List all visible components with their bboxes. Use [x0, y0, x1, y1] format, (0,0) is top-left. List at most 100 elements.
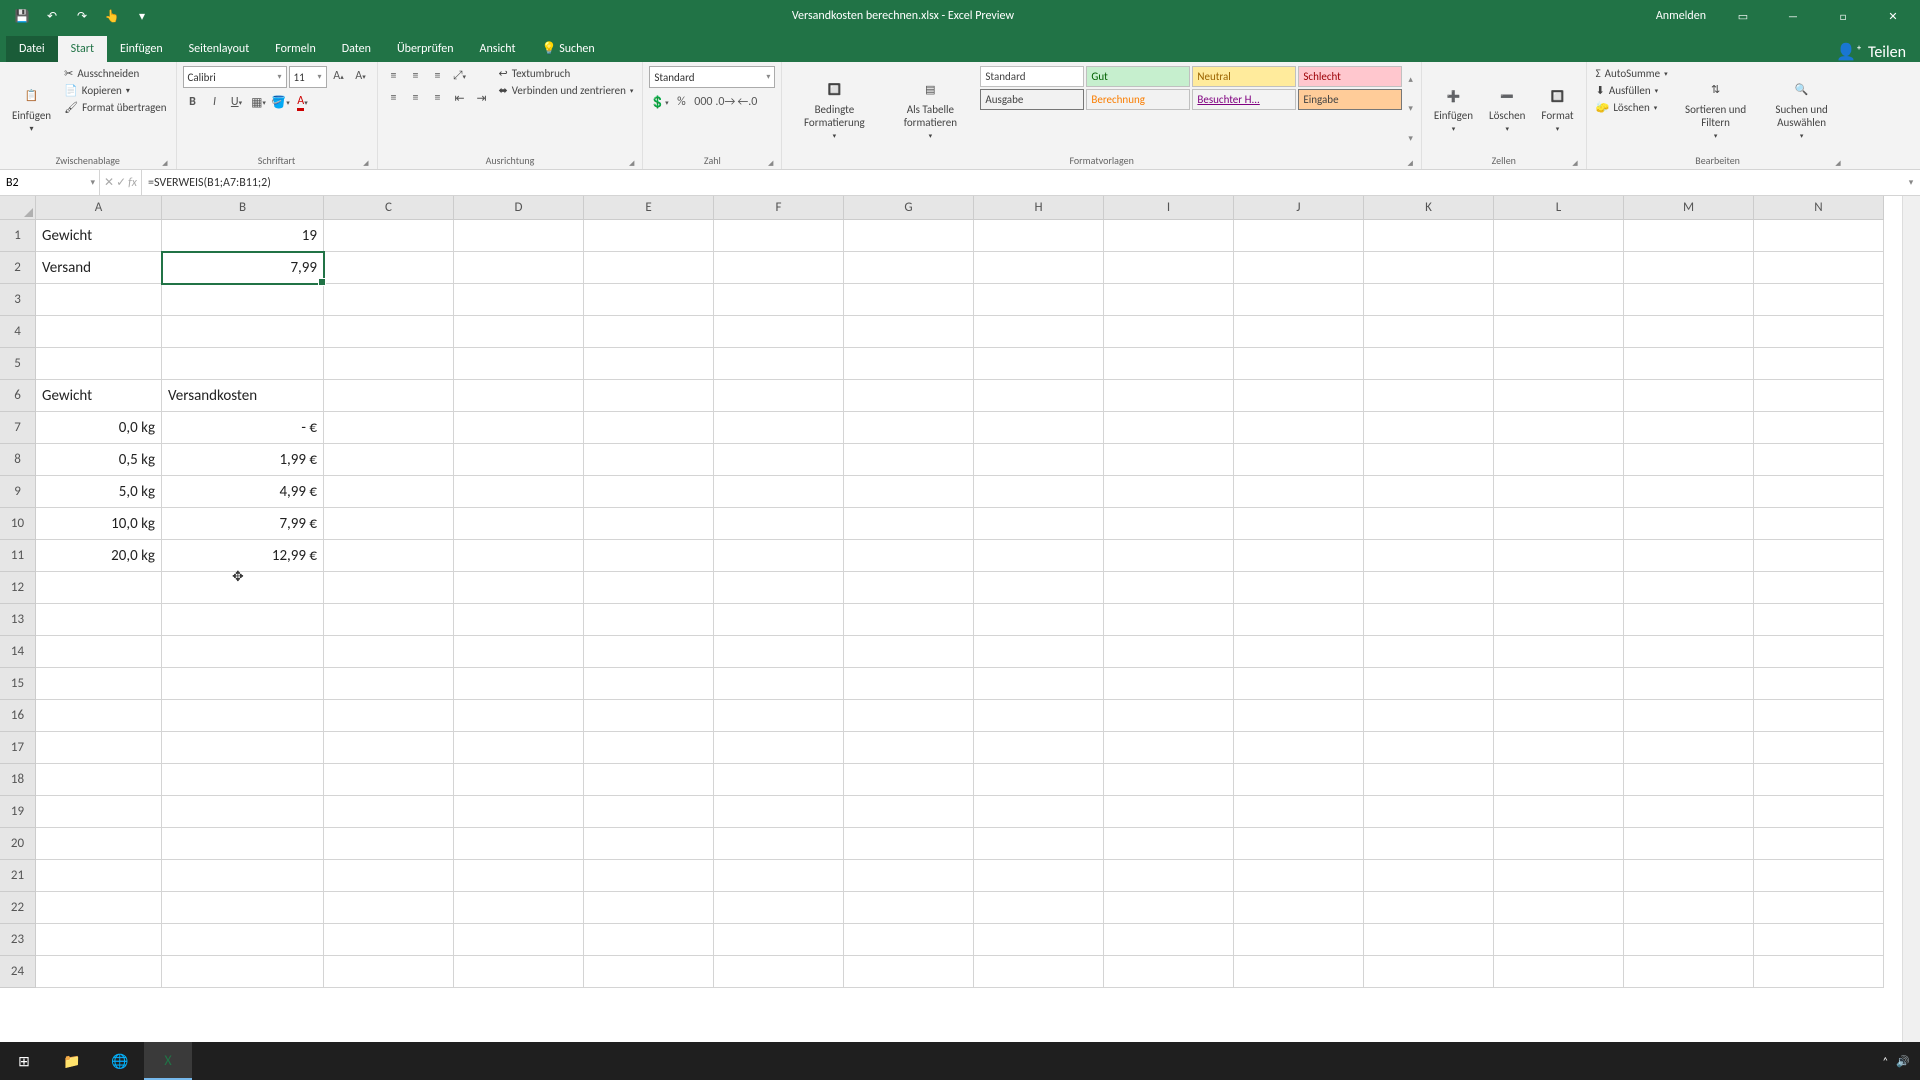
cell-D3[interactable]	[454, 284, 584, 316]
cell-L10[interactable]	[1494, 508, 1624, 540]
cell-B16[interactable]	[162, 700, 324, 732]
cell-N1[interactable]	[1754, 220, 1884, 252]
cell-E17[interactable]	[584, 732, 714, 764]
cell-G22[interactable]	[844, 892, 974, 924]
cell-N24[interactable]	[1754, 956, 1884, 988]
cell-K24[interactable]	[1364, 956, 1494, 988]
cell-F7[interactable]	[714, 412, 844, 444]
styles-gallery-expand[interactable]: ▾	[1408, 133, 1413, 144]
cell-G3[interactable]	[844, 284, 974, 316]
cell-J21[interactable]	[1234, 860, 1364, 892]
volume-icon[interactable]: 🔊	[1896, 1055, 1910, 1068]
cell-E1[interactable]	[584, 220, 714, 252]
cell-H7[interactable]	[974, 412, 1104, 444]
cell-H17[interactable]	[974, 732, 1104, 764]
cell-L21[interactable]	[1494, 860, 1624, 892]
cell-H12[interactable]	[974, 572, 1104, 604]
cell-A13[interactable]	[36, 604, 162, 636]
cell-A19[interactable]	[36, 796, 162, 828]
row-header-8[interactable]: 8	[0, 444, 36, 476]
bold-button[interactable]: B	[183, 92, 203, 112]
cell-G8[interactable]	[844, 444, 974, 476]
cell-L12[interactable]	[1494, 572, 1624, 604]
cell-G13[interactable]	[844, 604, 974, 636]
cell-J7[interactable]	[1234, 412, 1364, 444]
cell-I12[interactable]	[1104, 572, 1234, 604]
cell-F13[interactable]	[714, 604, 844, 636]
cell-D17[interactable]	[454, 732, 584, 764]
cell-H18[interactable]	[974, 764, 1104, 796]
cell-J10[interactable]	[1234, 508, 1364, 540]
select-all-corner[interactable]	[0, 196, 36, 220]
cell-B11[interactable]: 12,99 €	[162, 540, 324, 572]
cell-L23[interactable]	[1494, 924, 1624, 956]
row-header-10[interactable]: 10	[0, 508, 36, 540]
tab-daten[interactable]: Daten	[329, 36, 384, 62]
cell-L2[interactable]	[1494, 252, 1624, 284]
cell-L1[interactable]	[1494, 220, 1624, 252]
cell-L7[interactable]	[1494, 412, 1624, 444]
tray-chevron-icon[interactable]: ˄	[1882, 1055, 1888, 1068]
col-header-E[interactable]: E	[584, 196, 714, 220]
cell-E3[interactable]	[584, 284, 714, 316]
cell-J14[interactable]	[1234, 636, 1364, 668]
cell-I6[interactable]	[1104, 380, 1234, 412]
cell-F11[interactable]	[714, 540, 844, 572]
cell-K17[interactable]	[1364, 732, 1494, 764]
style-standard[interactable]: Standard	[980, 66, 1084, 87]
cell-F8[interactable]	[714, 444, 844, 476]
cell-A9[interactable]: 5,0 kg	[36, 476, 162, 508]
cell-H10[interactable]	[974, 508, 1104, 540]
enter-formula-button[interactable]: ✓	[116, 175, 126, 190]
cell-C8[interactable]	[324, 444, 454, 476]
delete-cells-button[interactable]: ➖Löschen▾	[1483, 66, 1531, 152]
cell-K7[interactable]	[1364, 412, 1494, 444]
cell-H14[interactable]	[974, 636, 1104, 668]
cell-K2[interactable]	[1364, 252, 1494, 284]
cell-M18[interactable]	[1624, 764, 1754, 796]
col-header-H[interactable]: H	[974, 196, 1104, 220]
cell-C22[interactable]	[324, 892, 454, 924]
cell-N17[interactable]	[1754, 732, 1884, 764]
copy-button[interactable]: 📄Kopieren ▾	[61, 83, 169, 98]
cell-D21[interactable]	[454, 860, 584, 892]
cell-A17[interactable]	[36, 732, 162, 764]
cell-E15[interactable]	[584, 668, 714, 700]
cell-L16[interactable]	[1494, 700, 1624, 732]
cell-I9[interactable]	[1104, 476, 1234, 508]
cell-N23[interactable]	[1754, 924, 1884, 956]
cell-N5[interactable]	[1754, 348, 1884, 380]
cell-N3[interactable]	[1754, 284, 1884, 316]
cell-I1[interactable]	[1104, 220, 1234, 252]
cell-G2[interactable]	[844, 252, 974, 284]
row-header-3[interactable]: 3	[0, 284, 36, 316]
style-eingabe[interactable]: Eingabe	[1298, 89, 1402, 110]
cell-F23[interactable]	[714, 924, 844, 956]
cell-B10[interactable]: 7,99 €	[162, 508, 324, 540]
cell-H22[interactable]	[974, 892, 1104, 924]
cell-A21[interactable]	[36, 860, 162, 892]
cell-L18[interactable]	[1494, 764, 1624, 796]
ribbon-display-button[interactable]: ▭	[1720, 0, 1766, 32]
row-header-5[interactable]: 5	[0, 348, 36, 380]
cell-E10[interactable]	[584, 508, 714, 540]
cell-M2[interactable]	[1624, 252, 1754, 284]
cell-M14[interactable]	[1624, 636, 1754, 668]
cell-A5[interactable]	[36, 348, 162, 380]
cell-F9[interactable]	[714, 476, 844, 508]
cell-J16[interactable]	[1234, 700, 1364, 732]
cell-M12[interactable]	[1624, 572, 1754, 604]
cell-N11[interactable]	[1754, 540, 1884, 572]
cell-K9[interactable]	[1364, 476, 1494, 508]
cell-M6[interactable]	[1624, 380, 1754, 412]
cell-K16[interactable]	[1364, 700, 1494, 732]
cell-K6[interactable]	[1364, 380, 1494, 412]
cell-K1[interactable]	[1364, 220, 1494, 252]
cell-J9[interactable]	[1234, 476, 1364, 508]
cell-H3[interactable]	[974, 284, 1104, 316]
cell-M10[interactable]	[1624, 508, 1754, 540]
cell-D12[interactable]	[454, 572, 584, 604]
col-header-A[interactable]: A	[36, 196, 162, 220]
decrease-font-button[interactable]: A▾	[351, 66, 371, 86]
cell-A11[interactable]: 20,0 kg	[36, 540, 162, 572]
